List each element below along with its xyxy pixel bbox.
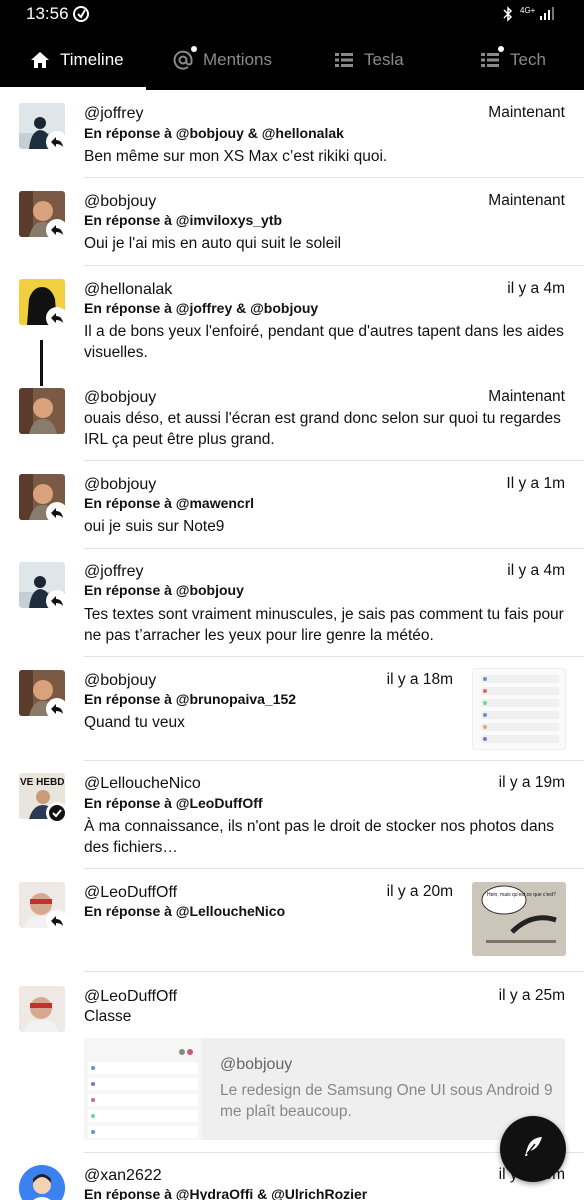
thread-connector: [40, 340, 43, 386]
tweet-handle[interactable]: @joffrey: [84, 563, 144, 581]
verified-icon: [46, 802, 68, 824]
reply-to-label[interactable]: En réponse à @mawencrl: [84, 495, 254, 511]
tweet-text: À ma connaissance, ils n'ont pas le droi…: [84, 818, 554, 856]
timeline-feed[interactable]: @joffrey Maintenant En réponse à @bobjou…: [0, 0, 584, 1200]
reply-icon: [46, 307, 68, 329]
tweet-timestamp: Maintenant: [488, 388, 565, 405]
feather-icon: [520, 1134, 546, 1165]
reply-to-label[interactable]: En réponse à @LeoDuffOff: [84, 795, 263, 811]
divider: [84, 177, 584, 178]
reply-to-label[interactable]: En réponse à @LelloucheNico: [84, 903, 285, 919]
tweet-timestamp: il y a 25m: [498, 987, 565, 1004]
divider: [84, 265, 584, 266]
reply-icon: [46, 502, 68, 524]
compose-button[interactable]: [500, 1116, 566, 1182]
media-thumbnail[interactable]: Hein, mais qu'est ce que c'est?: [472, 882, 566, 956]
tweet-timestamp: il y a 18m: [386, 671, 453, 688]
tweet-timestamp: il y a 20m: [386, 883, 453, 900]
tweet-text: Classe: [84, 1008, 132, 1025]
avatar-lettering: VE HEBD: [20, 777, 64, 788]
tweet-handle[interactable]: @LeoDuffOff: [84, 884, 177, 902]
reply-to-label[interactable]: En réponse à @bobjouy & @hellonalak: [84, 125, 344, 141]
reply-to-label[interactable]: En réponse à @HydraOffi & @UlrichRozier: [84, 1186, 367, 1200]
avatar[interactable]: [19, 986, 65, 1032]
reply-to-label[interactable]: En réponse à @bobjouy: [84, 582, 244, 598]
tweet-text: Oui je l'ai mis en auto qui suit le sole…: [84, 235, 342, 252]
tweet-handle[interactable]: @hellonalak: [84, 281, 172, 299]
divider: [84, 548, 584, 549]
tweet-timestamp: Il y a 1m: [506, 475, 565, 492]
tweet-handle[interactable]: @LelloucheNico: [84, 775, 201, 793]
media-thumbnail[interactable]: [472, 668, 566, 750]
tweet-text: oui je suis sur Note9: [84, 518, 225, 535]
tweet-text: Tes textes sont vraiment minuscules, je …: [84, 606, 564, 644]
tweet-timestamp: il y a 4m: [507, 562, 565, 579]
tweet-timestamp: il y a 19m: [498, 774, 565, 791]
divider: [84, 971, 584, 972]
quoted-handle[interactable]: @bobjouy: [220, 1056, 292, 1074]
avatar[interactable]: [19, 388, 65, 434]
tweet-text: ouais déso, et aussi l'écran est grand d…: [84, 410, 561, 448]
reply-icon: [46, 131, 68, 153]
reply-icon: [46, 219, 68, 241]
reply-icon: [46, 698, 68, 720]
tweet-handle[interactable]: @bobjouy: [84, 672, 156, 690]
tweet-timestamp: il y a 4m: [507, 280, 565, 297]
divider: [84, 760, 584, 761]
divider: [84, 868, 584, 869]
tweet-handle[interactable]: @bobjouy: [84, 389, 156, 407]
comic-speech-text: Hein, mais qu'est ce que c'est?: [487, 892, 556, 898]
tweet-handle[interactable]: @LeoDuffOff: [84, 988, 177, 1006]
tweet-text: Ben même sur mon XS Max c’est rikiki quo…: [84, 148, 388, 165]
reply-to-label[interactable]: En réponse à @joffrey & @bobjouy: [84, 300, 318, 316]
tweet-timestamp: Maintenant: [488, 192, 565, 209]
tweet-timestamp: Maintenant: [488, 104, 565, 121]
avatar[interactable]: [19, 1165, 65, 1200]
divider: [84, 460, 584, 461]
quoted-media-thumbnail: [84, 1038, 202, 1140]
reply-icon: [46, 590, 68, 612]
reply-to-label[interactable]: En réponse à @brunopaiva_152: [84, 691, 296, 707]
reply-to-label[interactable]: En réponse à @imviloxys_ytb: [84, 212, 282, 228]
tweet-handle[interactable]: @joffrey: [84, 105, 144, 123]
tweet-text: Quand tu veux: [84, 714, 185, 731]
tweet-handle[interactable]: @bobjouy: [84, 193, 156, 211]
quoted-tweet[interactable]: @bobjouy Le redesign de Samsung One UI s…: [84, 1038, 565, 1140]
tweet-text: Il a de bons yeux l'enfoiré, pendant que…: [84, 323, 564, 361]
tweet-handle[interactable]: @xan2622: [84, 1167, 162, 1185]
tweet-handle[interactable]: @bobjouy: [84, 476, 156, 494]
divider: [84, 656, 584, 657]
quoted-text: Le redesign de Samsung One UI sous Andro…: [220, 1082, 553, 1120]
reply-icon: [46, 910, 68, 932]
